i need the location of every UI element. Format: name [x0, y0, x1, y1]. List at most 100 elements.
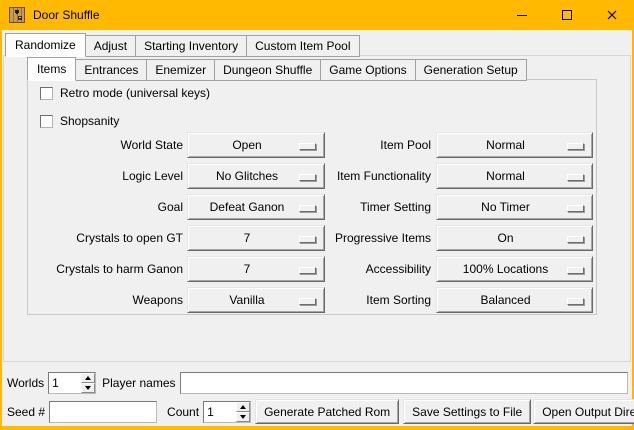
- crystals-gt-label: Crystals to open GT: [27, 231, 187, 245]
- worlds-row: Worlds Player names: [7, 371, 628, 394]
- crystals-ganon-label: Crystals to harm Ganon: [27, 262, 187, 276]
- item-pool-label: Item Pool: [325, 138, 435, 152]
- dropdown-indicator-icon: [299, 236, 316, 243]
- dropdown-indicator-icon: [567, 174, 584, 181]
- shopsanity-row: Shopsanity: [40, 114, 119, 128]
- door-icon: [9, 7, 25, 23]
- tab-enemizer[interactable]: Enemizer: [146, 59, 215, 81]
- app-window: Door Shuffle Randomize Adjust Starting I…: [0, 0, 634, 430]
- arrow-down-icon: [240, 415, 246, 419]
- item-functionality-dropdown[interactable]: Normal: [436, 163, 593, 189]
- window-title: Door Shuffle: [33, 8, 100, 22]
- item-functionality-label: Item Functionality: [325, 169, 435, 183]
- progressive-items-value: On: [497, 231, 513, 245]
- player-names-input[interactable]: [180, 372, 629, 394]
- tab-dungeon-shuffle[interactable]: Dungeon Shuffle: [214, 59, 321, 81]
- world-state-value: Open: [232, 138, 261, 152]
- close-button[interactable]: [589, 0, 634, 30]
- crystals-ganon-dropdown[interactable]: 7: [187, 256, 325, 282]
- tab-items[interactable]: Items: [27, 57, 76, 81]
- retro-mode-checkbox[interactable]: [40, 87, 53, 100]
- tab-entrances[interactable]: Entrances: [75, 59, 147, 81]
- worlds-spinner-arrows: [81, 373, 95, 393]
- dropdown-indicator-icon: [299, 205, 316, 212]
- option-row: Goal Defeat Ganon Timer Setting No Timer: [27, 194, 597, 220]
- accessibility-label: Accessibility: [325, 262, 435, 276]
- option-row: Logic Level No Glitches Item Functionali…: [27, 163, 597, 189]
- option-row: Weapons Vanilla Item Sorting Balanced: [27, 287, 597, 313]
- main-tab-bar: Randomize Adjust Starting Inventory Cust…: [5, 32, 360, 56]
- timer-setting-label: Timer Setting: [325, 200, 435, 214]
- retro-mode-label: Retro mode (universal keys): [60, 86, 210, 100]
- item-pool-dropdown[interactable]: Normal: [436, 132, 593, 158]
- crystals-gt-dropdown[interactable]: 7: [187, 225, 325, 251]
- accessibility-dropdown[interactable]: 100% Locations: [436, 256, 593, 282]
- dropdown-indicator-icon: [567, 143, 584, 150]
- item-functionality-value: Normal: [486, 169, 525, 183]
- item-sorting-value: Balanced: [480, 293, 530, 307]
- count-input[interactable]: [204, 402, 236, 422]
- goal-dropdown[interactable]: Defeat Ganon: [187, 194, 325, 220]
- tab-randomize[interactable]: Randomize: [5, 33, 86, 57]
- spin-down-button[interactable]: [236, 412, 250, 422]
- shopsanity-checkbox[interactable]: [40, 115, 53, 128]
- dropdown-indicator-icon: [299, 174, 316, 181]
- dropdown-indicator-icon: [567, 298, 584, 305]
- titlebar: Door Shuffle: [0, 0, 634, 30]
- goal-label: Goal: [27, 200, 187, 214]
- crystals-gt-value: 7: [244, 231, 251, 245]
- count-label: Count: [167, 405, 199, 419]
- seed-label: Seed #: [7, 405, 45, 419]
- close-icon: [607, 10, 617, 20]
- tab-generation-setup[interactable]: Generation Setup: [415, 59, 527, 81]
- player-names-label: Player names: [102, 376, 175, 390]
- count-spinner: [203, 401, 251, 423]
- randomize-sub-tab-bar: Items Entrances Enemizer Dungeon Shuffle…: [27, 56, 527, 80]
- spin-up-button[interactable]: [236, 402, 250, 412]
- dropdown-indicator-icon: [299, 298, 316, 305]
- window-content: Randomize Adjust Starting Inventory Cust…: [2, 30, 632, 426]
- item-sorting-label: Item Sorting: [325, 293, 435, 307]
- logic-level-label: Logic Level: [27, 169, 187, 183]
- accessibility-value: 100% Locations: [463, 262, 548, 276]
- tab-adjust[interactable]: Adjust: [85, 35, 136, 57]
- weapons-value: Vanilla: [229, 293, 264, 307]
- weapons-label: Weapons: [27, 293, 187, 307]
- world-state-label: World State: [27, 138, 187, 152]
- count-spinner-arrows: [236, 402, 250, 422]
- minimize-icon: [517, 15, 527, 16]
- save-settings-button[interactable]: Save Settings to File: [403, 399, 531, 424]
- worlds-spinner: [48, 372, 96, 394]
- tab-starting-inventory[interactable]: Starting Inventory: [135, 35, 247, 57]
- maximize-button[interactable]: [544, 0, 589, 30]
- world-state-dropdown[interactable]: Open: [187, 132, 325, 158]
- timer-setting-dropdown[interactable]: No Timer: [436, 194, 593, 220]
- item-pool-value: Normal: [486, 138, 525, 152]
- maximize-icon: [562, 10, 572, 20]
- seed-input[interactable]: [49, 401, 157, 423]
- worlds-label: Worlds: [7, 376, 44, 390]
- spin-up-button[interactable]: [81, 373, 95, 383]
- generate-patched-rom-button[interactable]: Generate Patched Rom: [255, 399, 399, 424]
- option-row: Crystals to harm Ganon 7 Accessibility 1…: [27, 256, 597, 282]
- progressive-items-dropdown[interactable]: On: [436, 225, 593, 251]
- dropdown-indicator-icon: [567, 205, 584, 212]
- crystals-ganon-value: 7: [244, 262, 251, 276]
- open-output-directory-button[interactable]: Open Output Directory: [533, 399, 634, 424]
- option-row: World State Open Item Pool Normal: [27, 132, 597, 158]
- spin-down-button[interactable]: [81, 383, 95, 393]
- worlds-input[interactable]: [49, 373, 81, 393]
- dropdown-indicator-icon: [567, 236, 584, 243]
- shopsanity-label: Shopsanity: [60, 114, 119, 128]
- retro-mode-row: Retro mode (universal keys): [40, 86, 210, 100]
- timer-setting-value: No Timer: [481, 200, 530, 214]
- tab-game-options[interactable]: Game Options: [320, 59, 415, 81]
- window-controls: [499, 0, 634, 30]
- minimize-button[interactable]: [499, 0, 544, 30]
- option-row: Crystals to open GT 7 Progressive Items …: [27, 225, 597, 251]
- item-sorting-dropdown[interactable]: Balanced: [436, 287, 593, 313]
- goal-value: Defeat Ganon: [210, 200, 285, 214]
- logic-level-dropdown[interactable]: No Glitches: [187, 163, 325, 189]
- tab-custom-item-pool[interactable]: Custom Item Pool: [246, 35, 359, 57]
- weapons-dropdown[interactable]: Vanilla: [187, 287, 325, 313]
